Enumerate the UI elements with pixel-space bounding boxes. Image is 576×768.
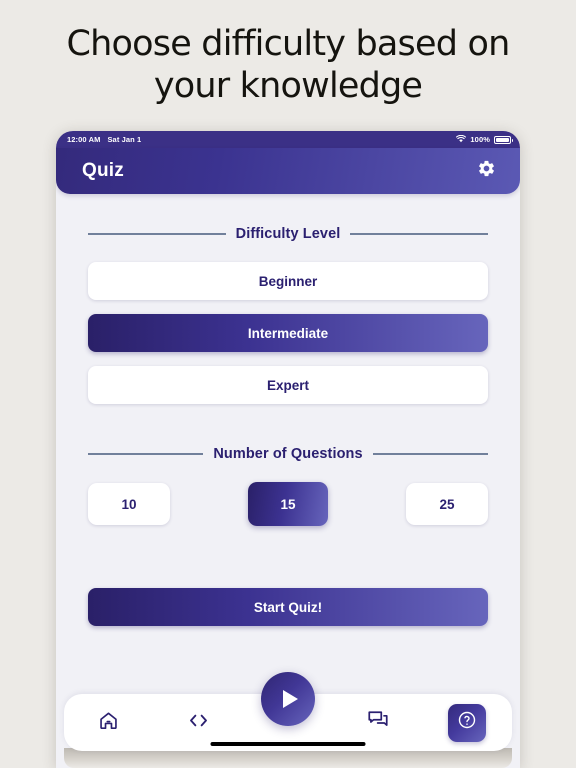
difficulty-option-expert[interactable]: Expert <box>88 366 488 404</box>
difficulty-option-label: Beginner <box>258 273 318 289</box>
status-bar-right: 100% <box>456 134 513 145</box>
difficulty-option-label: Intermediate <box>247 325 329 341</box>
difficulty-option-label: Expert <box>266 377 310 393</box>
divider-line-right <box>372 453 488 455</box>
help-circle-icon <box>457 710 477 735</box>
help-button[interactable] <box>448 703 487 742</box>
question-count-label: 15 <box>280 496 296 512</box>
divider-line-right <box>350 233 488 235</box>
difficulty-section-label: Difficulty Level <box>235 226 341 242</box>
divider-line-left <box>88 233 226 235</box>
question-count-15[interactable]: 15 <box>248 482 328 526</box>
play-icon <box>282 690 298 708</box>
device-frame: 12:00 AM Sat Jan 1 100% Quiz Difficulty … <box>56 131 520 768</box>
battery-percent: 100% <box>470 135 490 144</box>
home-indicator <box>210 742 366 746</box>
quiz-setup-content: Difficulty Level Beginner Intermediate E… <box>56 226 520 626</box>
question-count-label: 10 <box>121 496 137 512</box>
status-date: Sat Jan 1 <box>107 135 142 144</box>
play-fab-button[interactable] <box>261 672 315 726</box>
question-count-label: 25 <box>439 496 455 512</box>
home-icon <box>98 710 119 736</box>
question-count-25[interactable]: 25 <box>406 483 488 525</box>
page-title: Quiz <box>82 160 124 181</box>
code-icon <box>187 711 210 735</box>
gear-icon <box>477 159 496 183</box>
battery-full-icon <box>494 135 513 144</box>
status-bar: 12:00 AM Sat Jan 1 100% <box>56 131 520 148</box>
start-quiz-label: Start Quiz! <box>253 599 323 615</box>
divider-line-left <box>88 453 204 455</box>
nav-home[interactable] <box>64 694 154 751</box>
question-count-row: 10 15 25 <box>88 482 488 526</box>
difficulty-section-header: Difficulty Level <box>88 226 488 242</box>
difficulty-option-intermediate[interactable]: Intermediate <box>88 314 488 352</box>
questions-section-label: Number of Questions <box>213 446 363 462</box>
device-bottom-edge <box>64 748 512 768</box>
promo-headline: Choose difficulty based on your knowledg… <box>66 24 511 106</box>
app-bar: Quiz <box>56 148 520 194</box>
question-count-10[interactable]: 10 <box>88 483 170 525</box>
status-time: 12:00 AM <box>67 135 101 144</box>
nav-help[interactable] <box>422 694 512 751</box>
questions-section-header: Number of Questions <box>88 446 488 462</box>
start-quiz-button[interactable]: Start Quiz! <box>88 588 488 626</box>
settings-button[interactable] <box>474 159 498 183</box>
wifi-icon <box>456 134 467 145</box>
forum-icon <box>367 710 389 735</box>
status-bar-left: 12:00 AM Sat Jan 1 <box>67 135 141 144</box>
difficulty-option-beginner[interactable]: Beginner <box>88 262 488 300</box>
